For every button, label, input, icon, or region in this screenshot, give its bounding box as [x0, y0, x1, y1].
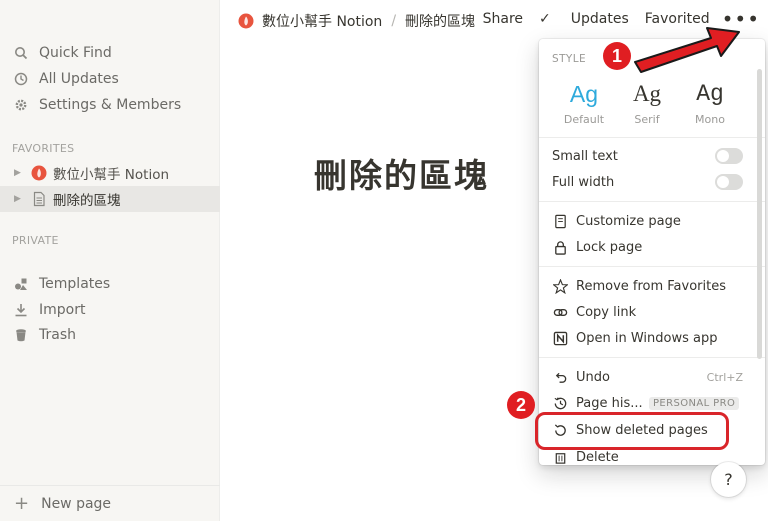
page-options-menu: STYLE Ag Default Ag Serif Ag Mono Small … — [539, 39, 765, 465]
workspace-logo-icon — [31, 165, 47, 181]
menu-divider — [539, 357, 765, 358]
share-button[interactable]: Share — [483, 11, 523, 27]
sidebar-import-label: Import — [39, 302, 86, 318]
style-section-label: STYLE — [552, 53, 586, 65]
sidebar-trash[interactable]: Trash — [0, 322, 220, 348]
star-icon — [552, 278, 568, 294]
small-text-toggle-row[interactable]: Small text — [539, 143, 765, 169]
full-width-toggle-row[interactable]: Full width — [539, 169, 765, 195]
breadcrumb-separator: / — [391, 13, 397, 29]
style-sample: Ag — [569, 81, 599, 107]
breadcrumb-workspace[interactable]: 數位小幫手 Notion — [262, 11, 382, 31]
link-icon — [552, 304, 568, 320]
small-text-toggle[interactable] — [715, 148, 743, 164]
menu-divider — [539, 266, 765, 267]
menu-divider — [539, 137, 765, 138]
copy-link-item[interactable]: Copy link — [539, 299, 765, 325]
undo-item[interactable]: Undo Ctrl+Z — [539, 364, 765, 390]
annotation-step-2: 2 — [507, 391, 535, 419]
page-title[interactable]: 刪除的區塊 — [314, 149, 489, 197]
workspace-logo-icon — [238, 13, 254, 29]
lock-page-label: Lock page — [576, 239, 643, 255]
open-windows-app-item[interactable]: Open in Windows app — [539, 325, 765, 351]
sidebar-quick-find[interactable]: Quick Find — [0, 40, 220, 66]
copy-link-label: Copy link — [576, 304, 637, 320]
annotation-step-1: 1 — [603, 42, 631, 70]
customize-page-item[interactable]: Customize page — [539, 208, 765, 234]
delete-label: Delete — [576, 449, 619, 465]
undo-shortcut: Ctrl+Z — [706, 370, 743, 384]
plus-icon: + — [14, 493, 30, 514]
style-sample: Ag — [696, 81, 724, 107]
page-icon — [31, 191, 47, 207]
sidebar-item-deleted-blocks[interactable]: ▶ 刪除的區塊 — [0, 186, 220, 212]
annotation-arrow — [634, 27, 740, 73]
sidebar-all-updates-label: All Updates — [39, 71, 119, 87]
undo-icon — [552, 369, 568, 385]
gear-icon — [14, 98, 28, 112]
style-caption: Serif — [634, 113, 660, 126]
trash-icon — [552, 449, 568, 465]
check-icon: ✓ — [539, 11, 551, 27]
full-width-label: Full width — [552, 174, 615, 190]
small-text-label: Small text — [552, 148, 618, 164]
sidebar-templates[interactable]: Templates — [0, 271, 220, 297]
sidebar-settings-label: Settings & Members — [39, 97, 182, 113]
full-width-toggle[interactable] — [715, 174, 743, 190]
history-icon — [552, 395, 568, 411]
style-mono-option[interactable]: Ag Mono — [680, 81, 740, 126]
document-icon — [552, 213, 568, 229]
clock-icon — [14, 72, 28, 86]
updates-button[interactable]: ✓ Updates — [539, 11, 629, 27]
sidebar-templates-label: Templates — [39, 276, 111, 292]
help-button[interactable]: ? — [711, 462, 746, 497]
sidebar: Quick Find All Updates Settings & Member… — [0, 0, 220, 521]
annotation-highlight-box — [535, 412, 729, 450]
undo-label: Undo — [576, 369, 610, 385]
style-serif-option[interactable]: Ag Serif — [617, 81, 677, 126]
style-caption: Default — [563, 113, 605, 126]
sidebar-item-label: 數位小幫手 Notion — [53, 167, 170, 183]
customize-page-label: Customize page — [576, 213, 681, 229]
style-sample: Ag — [632, 81, 662, 106]
open-windows-app-label: Open in Windows app — [576, 330, 718, 346]
sidebar-item-notion-workspace[interactable]: ▶ 數位小幫手 Notion — [0, 160, 220, 186]
sidebar-trash-label: Trash — [39, 327, 76, 343]
remove-favorites-item[interactable]: Remove from Favorites — [539, 273, 765, 299]
page-history-label: Page his... — [576, 395, 643, 411]
triangle-right-icon[interactable]: ▶ — [14, 194, 24, 204]
remove-favorites-label: Remove from Favorites — [576, 278, 726, 294]
lock-page-item[interactable]: Lock page — [539, 234, 765, 260]
search-icon — [14, 46, 28, 60]
sidebar-item-label: 刪除的區塊 — [53, 193, 121, 209]
sidebar-settings[interactable]: Settings & Members — [0, 92, 220, 118]
notion-logo-icon — [552, 330, 568, 346]
personal-pro-badge: PERSONAL PRO — [649, 396, 740, 410]
style-caption: Mono — [695, 113, 725, 126]
menu-scrollbar[interactable] — [757, 69, 762, 359]
favorites-section-label: FAVORITES — [12, 142, 75, 155]
sidebar-all-updates[interactable]: All Updates — [0, 66, 220, 92]
sidebar-import[interactable]: Import — [0, 297, 220, 323]
new-page-button[interactable]: + New page — [0, 485, 220, 521]
templates-icon — [14, 277, 28, 291]
menu-divider — [539, 201, 765, 202]
updates-label: Updates — [570, 11, 629, 27]
trash-icon — [14, 328, 28, 342]
breadcrumb: 數位小幫手 Notion / 刪除的區塊 — [238, 11, 475, 31]
lock-icon — [552, 239, 568, 255]
private-section-label: PRIVATE — [12, 234, 59, 247]
triangle-right-icon[interactable]: ▶ — [14, 168, 24, 178]
sidebar-quick-find-label: Quick Find — [39, 45, 112, 61]
download-icon — [14, 303, 28, 317]
breadcrumb-page[interactable]: 刪除的區塊 — [405, 11, 475, 31]
style-default-option[interactable]: Ag Default — [554, 81, 614, 126]
new-page-label: New page — [41, 495, 112, 512]
